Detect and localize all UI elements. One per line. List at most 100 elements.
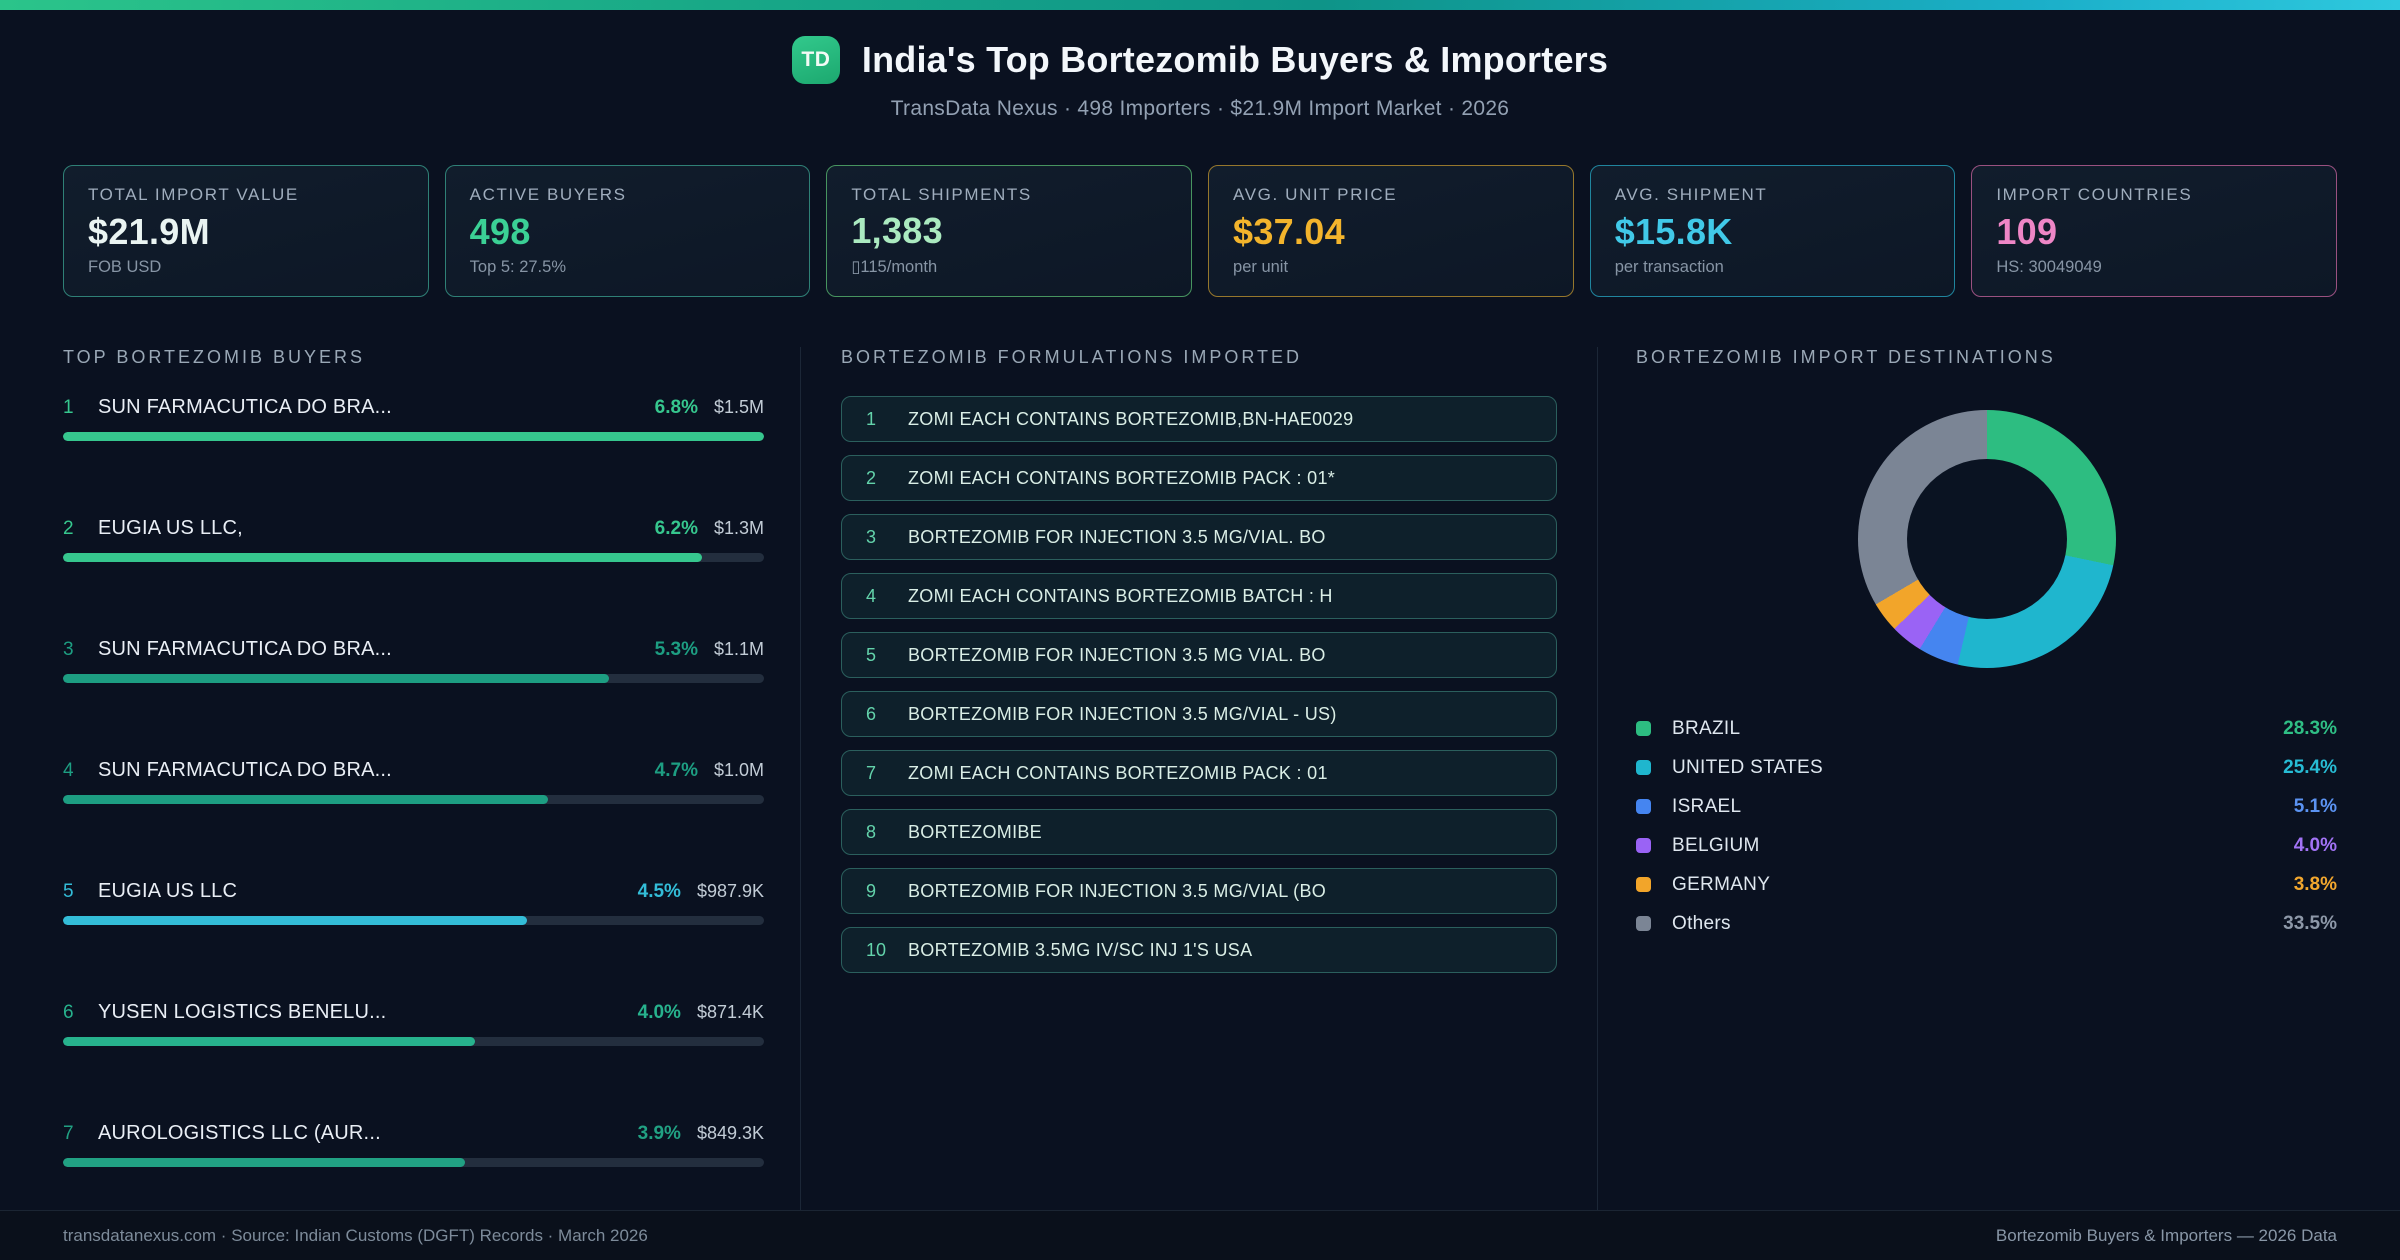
buyer-rank: 1 [63,397,74,418]
buyer-bar-fill [63,674,610,683]
destinations-donut-chart [1857,410,2116,668]
legend-percent: 4.0% [2293,834,2337,856]
formulations-list: 1 ZOMI EACH CONTAINS BORTEZOMIB,BN-HAE00… [841,396,1557,973]
buyer-bar-fill [63,553,703,562]
buyer-row: 3 SUN FARMACUTICA DO BRA... 5.3% $1.1M [63,638,764,683]
formulation-text: BORTEZOMIB 3.5MG IV/SC INJ 1'S USA [908,939,1253,960]
buyer-bar-fill [63,432,764,441]
legend-country-label: Others [1672,912,1731,934]
formulation-rank: 3 [866,526,877,547]
stat-label: AVG. UNIT PRICE [1233,185,1398,204]
buyer-rank: 2 [63,518,74,539]
formulation-text: BORTEZOMIB FOR INJECTION 3.5 MG/VIAL - U… [908,703,1337,724]
buyer-percent: 4.0% [637,1002,681,1023]
top-buyers-panel: TOP BORTEZOMIB BUYERS 1 SUN FARMACUTICA … [0,347,800,1210]
stat-sub: ▯115/month [851,258,938,276]
stat-sub: HS: 30049049 [1996,258,2102,276]
legend-row: GERMANY 3.8% [1636,872,2337,897]
legend-percent: 25.4% [2283,756,2337,778]
legend-percent: 28.3% [2283,717,2337,739]
formulation-pill: 8 BORTEZOMIBE [841,809,1557,855]
stat-card: AVG. SHIPMENT $15.8K per transaction [1589,165,1956,297]
buyer-name: EUGIA US LLC [98,880,238,902]
buyer-value: $1.3M [713,518,764,538]
formulation-pill: 3 BORTEZOMIB FOR INJECTION 3.5 MG/VIAL. … [841,514,1557,560]
legend-color-swatch [1636,838,1651,853]
stat-value: 109 [1996,210,2058,252]
legend-color-swatch [1636,721,1651,736]
formulation-pill: 7 ZOMI EACH CONTAINS BORTEZOMIB PACK : 0… [841,750,1557,796]
buyer-percent: 4.5% [637,881,681,902]
formulation-text: ZOMI EACH CONTAINS BORTEZOMIB,BN-HAE0029 [908,408,1354,429]
legend-row: BELGIUM 4.0% [1636,833,2337,858]
buyer-value: $987.9K [696,881,764,901]
buyer-row: 1 SUN FARMACUTICA DO BRA... 6.8% $1.5M [63,396,764,441]
formulation-rank: 2 [866,467,877,488]
buyer-value: $871.4K [696,1002,764,1022]
formulations-panel: BORTEZOMIB FORMULATIONS IMPORTED 1 ZOMI … [800,347,1597,1210]
legend-percent: 3.8% [2293,873,2337,895]
buyer-row: 5 EUGIA US LLC 4.5% $987.9K [63,880,764,925]
buyer-percent: 3.9% [637,1123,681,1144]
formulation-text: BORTEZOMIB FOR INJECTION 3.5 MG VIAL. BO [908,644,1326,665]
stat-sub: per unit [1233,258,1289,276]
formulation-rank: 9 [866,880,877,901]
formulation-pill: 4 ZOMI EACH CONTAINS BORTEZOMIB BATCH : … [841,573,1557,619]
buyer-percent: 6.2% [654,518,698,539]
legend-country-label: BELGIUM [1672,834,1760,856]
legend-row: Others 33.5% [1636,911,2337,936]
buyer-bar-fill [63,916,527,925]
top-accent-bar [0,0,2400,10]
footer-source-text: transdatanexus.com · Source: Indian Cust… [63,1225,648,1245]
buyer-value: $849.3K [696,1123,764,1143]
stat-card: IMPORT COUNTRIES 109 HS: 30049049 [1971,165,2338,297]
formulation-text: BORTEZOMIB FOR INJECTION 3.5 MG/VIAL (BO [908,880,1327,901]
stat-label: IMPORT COUNTRIES [1996,185,2193,204]
legend-row: ISRAEL 5.1% [1636,794,2337,819]
stat-sub: per transaction [1614,258,1724,276]
buyer-bar-track [63,674,764,683]
legend-color-swatch [1636,916,1651,931]
stat-sub: FOB USD [88,258,162,276]
legend-percent: 5.1% [2293,795,2337,817]
formulation-rank: 6 [866,703,877,724]
formulation-rank: 5 [866,644,877,665]
buyer-bar-track [63,1037,764,1046]
buyer-name: AUROLOGISTICS LLC (AUR... [98,1122,381,1144]
formulation-pill: 6 BORTEZOMIB FOR INJECTION 3.5 MG/VIAL -… [841,691,1557,737]
page-title: India's Top Bortezomib Buyers & Importer… [861,39,1609,80]
buyer-percent: 5.3% [654,639,698,660]
buyer-value: $1.5M [713,397,764,417]
formulation-rank: 8 [866,821,877,842]
formulation-pill: 10 BORTEZOMIB 3.5MG IV/SC INJ 1'S USA [841,927,1557,973]
legend-color-swatch [1636,877,1651,892]
donut-hole [1906,459,2067,619]
stat-card: TOTAL IMPORT VALUE $21.9M FOB USD [63,165,429,297]
top-buyers-list: 1 SUN FARMACUTICA DO BRA... 6.8% $1.5M 2… [63,396,764,1167]
legend-country-label: ISRAEL [1672,795,1742,817]
formulation-rank: 4 [866,585,877,606]
buyer-bar-track [63,1158,764,1167]
buyer-rank: 4 [63,760,74,781]
stat-label: AVG. SHIPMENT [1614,185,1768,204]
stat-card: AVG. UNIT PRICE $37.04 per unit [1208,165,1574,297]
logo-badge: TD [791,36,840,84]
buyer-name: EUGIA US LLC, [98,517,243,539]
destinations-legend: BRAZIL 28.3% UNITED STATES 25.4% ISRAEL … [1636,716,2337,936]
page-header: TD India's Top Bortezomib Buyers & Impor… [0,10,2400,121]
buyer-name: SUN FARMACUTICA DO BRA... [98,396,392,418]
legend-color-swatch [1636,799,1651,814]
legend-row: BRAZIL 28.3% [1636,716,2337,741]
buyer-percent: 6.8% [654,397,698,418]
stat-sub: Top 5: 27.5% [469,258,566,276]
destinations-heading: BORTEZOMIB IMPORT DESTINATIONS [1636,347,2056,367]
buyer-name: YUSEN LOGISTICS BENELU... [98,1001,387,1023]
top-buyers-heading: TOP BORTEZOMIB BUYERS [63,347,366,367]
formulation-pill: 2 ZOMI EACH CONTAINS BORTEZOMIB PACK : 0… [841,455,1557,501]
buyer-name: SUN FARMACUTICA DO BRA... [98,638,392,660]
main-content: TOP BORTEZOMIB BUYERS 1 SUN FARMACUTICA … [0,297,2400,1210]
stat-value: 498 [469,210,531,252]
buyer-bar-fill [63,1158,466,1167]
page-footer: transdatanexus.com · Source: Indian Cust… [0,1210,2400,1260]
formulation-text: BORTEZOMIB FOR INJECTION 3.5 MG/VIAL. BO [908,526,1326,547]
